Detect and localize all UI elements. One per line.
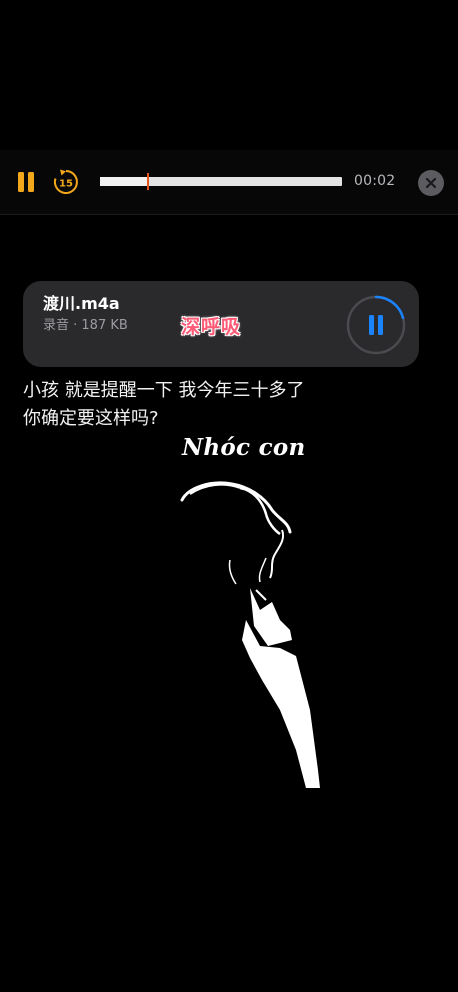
caption-text: Nhóc con [182,434,306,461]
pause-icon-bar [28,172,34,192]
file-meta: 录音 · 187 KB [43,318,128,333]
audio-attachment-card[interactable]: 渡川.m4a 录音 · 187 KB 深呼吸 [23,281,419,367]
pause-circle-icon [369,315,383,335]
message-line-1: 小孩 就是提醒一下 我今年三十多了 [23,380,305,401]
playback-bar: 15 00:02 [0,150,458,215]
pause-circle-button[interactable] [345,294,407,356]
playhead[interactable] [147,173,150,190]
skip-back-15-icon[interactable]: 15 [51,167,81,197]
message-text: 小孩 就是提醒一下 我今年三十多了 你确定要这样吗? [23,377,433,433]
close-button[interactable] [418,170,444,196]
file-name: 渡川.m4a [43,294,120,313]
pause-icon [18,172,24,192]
progress-scrubber[interactable] [100,173,342,190]
elapsed-time: 00:02 [354,173,396,189]
stamp-text: 深呼吸 [181,316,242,338]
close-icon [425,177,437,189]
man-silhouette-illustration [180,481,320,788]
skip-seconds-label: 15 [59,179,73,190]
progress-fill [100,177,149,186]
pause-button[interactable] [14,170,38,194]
message-line-2: 你确定要这样吗? [23,408,159,429]
